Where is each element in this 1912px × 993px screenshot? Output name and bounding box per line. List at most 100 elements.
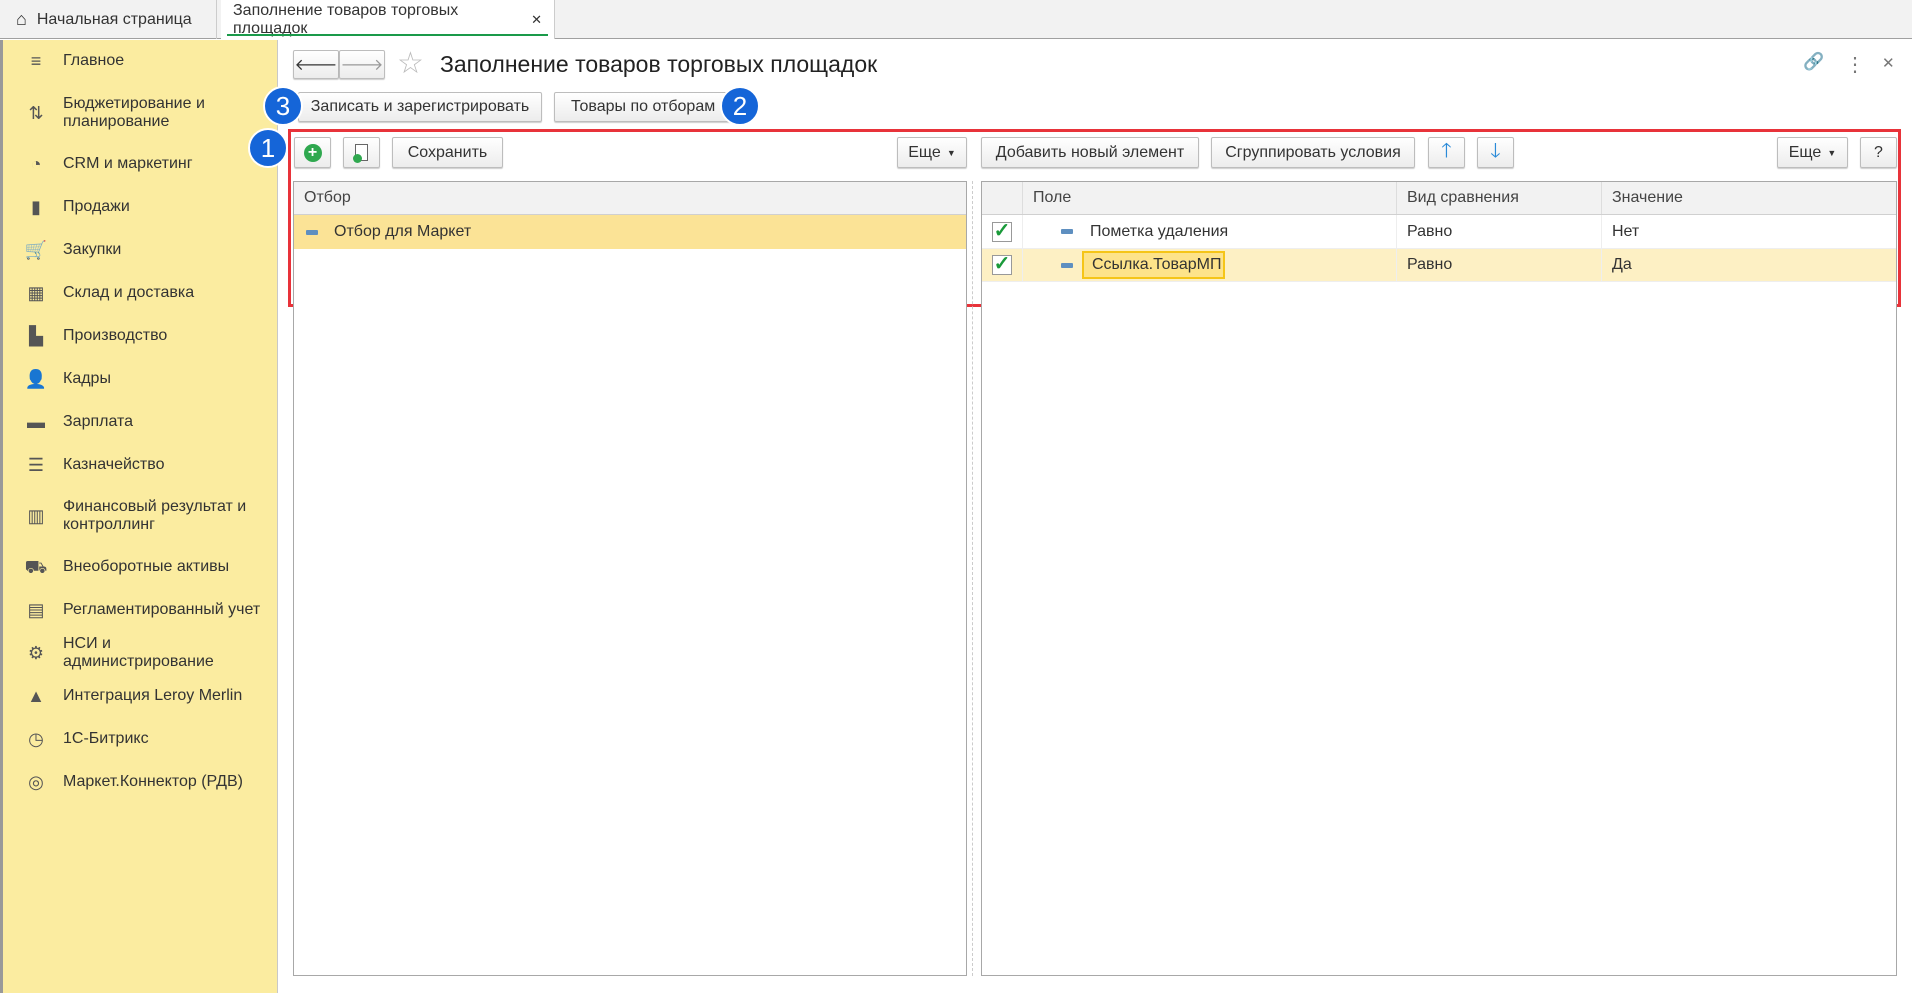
sidebar-item-label: Интеграция Leroy Merlin — [63, 687, 243, 704]
back-button[interactable]: 🡐 — [293, 50, 339, 79]
sidebar-item[interactable]: ≡ Главное — [3, 41, 278, 81]
column-header-value[interactable]: Значение — [1602, 182, 1896, 214]
sidebar-item[interactable]: ⛟ Внеоборотные активы — [3, 547, 278, 587]
button-label: Еще — [908, 143, 941, 161]
group-conditions-button[interactable]: Сгруппировать условия — [1211, 137, 1415, 168]
move-up-button[interactable]: 🡑 — [1428, 137, 1465, 168]
help-button[interactable]: ? — [1860, 137, 1897, 168]
column-header-comparison[interactable]: Вид сравнения — [1397, 182, 1602, 214]
forward-button[interactable]: 🡒 — [339, 50, 385, 79]
save-button[interactable]: Сохранить — [392, 137, 503, 168]
comparison-cell: Равно — [1407, 256, 1453, 273]
field-icon — [1061, 262, 1073, 268]
section-icon: ◔ — [30, 154, 42, 174]
tab-home[interactable]: ⌂ Начальная страница — [0, 0, 217, 39]
section-icon: ▬ — [27, 412, 45, 432]
sidebar-item-label: Склад и доставка — [63, 284, 195, 301]
section-icon: ⇅ — [28, 103, 44, 123]
sidebar-item[interactable]: ▥ Финансовый результат и контроллинг — [3, 496, 278, 536]
write-register-button[interactable]: Записать и зарегистрировать — [298, 92, 542, 122]
column-header-field[interactable]: Поле — [1023, 182, 1397, 214]
sidebar-item-label: Главное — [63, 52, 125, 69]
page-title: Заполнение товаров торговых площадок — [440, 51, 878, 77]
more-icon[interactable]: ⋮ — [1845, 52, 1865, 77]
sidebar-item[interactable]: ▙ Производство — [3, 316, 278, 356]
row-label: Отбор для Маркет — [334, 223, 472, 240]
sidebar-item[interactable]: 🛒 Закупки — [3, 230, 278, 270]
close-tab-icon[interactable]: ✕ — [531, 12, 542, 28]
sidebar-item[interactable]: ▮ Продажи — [3, 187, 278, 227]
right-more-button[interactable]: Еще ▼ — [1777, 137, 1848, 168]
tab-bar: ⌂ Начальная страница Заполнение товаров … — [0, 0, 1912, 39]
favorite-star-icon[interactable]: ☆ — [397, 46, 424, 81]
new-document-icon — [353, 144, 368, 163]
list-item[interactable]: Отбор для Маркет — [294, 215, 966, 249]
close-icon[interactable]: ✕ — [1882, 54, 1895, 72]
sidebar-item[interactable]: ▦ Склад и доставка — [3, 273, 278, 313]
sidebar-item[interactable]: ▤ Регламентированный учет — [3, 590, 278, 630]
section-icon: ◷ — [28, 729, 44, 749]
sidebar-item-label: Производство — [63, 327, 168, 344]
sidebar-item-label: Маркет.Коннектор (РДВ) — [63, 773, 243, 790]
sidebar-item[interactable]: ▬ Зарплата — [3, 402, 278, 442]
section-icon: ▤ — [27, 600, 45, 620]
section-icon: ⚙ — [27, 643, 45, 663]
sidebar-item-label: Финансовый результат и контроллинг — [63, 498, 247, 533]
arrow-up-icon: 🡑 — [1441, 139, 1452, 162]
sidebar-item[interactable]: ◎ Маркет.Коннектор (РДВ) — [3, 762, 278, 802]
table-row[interactable]: ✓ Пометка удаления Равно Нет — [982, 215, 1896, 249]
dropdown-icon: ▼ — [946, 147, 956, 158]
tab-label: Заполнение товаров торговых площадок — [233, 1, 459, 37]
left-more-button[interactable]: Еще ▼ — [897, 137, 967, 168]
button-label: Товары по отборам — [571, 98, 716, 115]
sidebar-item-label: Внеоборотные активы — [63, 558, 230, 575]
plus-circle-icon: + — [303, 143, 322, 162]
button-label: Еще — [1788, 143, 1822, 161]
sidebar-item-label: НСИ и администрирование — [63, 635, 214, 670]
button-label: Записать и зарегистрировать — [310, 98, 530, 115]
section-icon: ▮ — [31, 197, 41, 217]
sidebar-item[interactable]: ⇅ Бюджетирование и планирование — [3, 93, 278, 133]
sidebar-item-label: Кадры — [63, 370, 111, 387]
link-icon[interactable]: 🔗 — [1803, 52, 1824, 72]
sidebar-item-label: Казначейство — [63, 456, 165, 473]
row-checkbox[interactable]: ✓ — [992, 221, 1012, 242]
field-cell-editing[interactable]: Ссылка.ТоварМП — [1082, 251, 1226, 279]
arrow-left-icon: 🡐 — [294, 57, 338, 74]
arrow-down-icon: 🡓 — [1490, 139, 1501, 162]
button-label: Добавить новый элемент — [995, 143, 1185, 161]
section-icon: ☰ — [27, 455, 45, 475]
sidebar-item-label: CRM и маркетинг — [63, 155, 193, 172]
sidebar-item[interactable]: ⚙ НСИ и администрирование — [3, 633, 278, 673]
tab-filling-goods[interactable]: Заполнение товаров торговых площадок ✕ — [221, 0, 555, 39]
section-icon: ≡ — [30, 51, 42, 71]
sidebar-item[interactable]: ☰ Казначейство — [3, 445, 278, 485]
add-filter-button[interactable]: + — [294, 137, 331, 168]
sidebar-item-label: Бюджетирование и планирование — [63, 95, 205, 130]
splitter[interactable] — [972, 181, 974, 976]
sidebar-item[interactable]: ▲ Интеграция Leroy Merlin — [3, 676, 278, 716]
add-document-button[interactable] — [343, 137, 380, 168]
sidebar-item[interactable]: 👤 Кадры — [3, 359, 278, 399]
annotation-badge-3: 3 — [263, 86, 303, 126]
section-icon: ◎ — [28, 772, 44, 792]
sidebar-item-label: Зарплата — [63, 413, 134, 430]
section-icon: ▥ — [27, 506, 45, 526]
row-checkbox[interactable]: ✓ — [992, 254, 1012, 275]
add-new-element-button[interactable]: Добавить новый элемент — [981, 137, 1199, 168]
sidebar-item[interactable]: ◔ CRM и маркетинг — [3, 144, 278, 184]
section-icon: ▦ — [27, 283, 45, 303]
section-icon: ▲ — [27, 686, 45, 706]
goods-by-filters-button[interactable]: Товары по отборам — [554, 92, 732, 122]
sidebar-item[interactable]: ◷ 1С-Битрикс — [3, 719, 278, 759]
button-label: Сохранить — [407, 143, 488, 161]
tab-label: Начальная страница — [36, 10, 192, 28]
section-icon: 🛒 — [24, 240, 48, 260]
sidebar-item-label: Продажи — [63, 198, 130, 215]
sidebar-item-label: Закупки — [63, 241, 122, 258]
move-down-button[interactable]: 🡓 — [1477, 137, 1514, 168]
sidebar-item-label: Регламентированный учет — [63, 601, 261, 618]
column-header: Отбор — [304, 189, 351, 206]
comparison-cell: Равно — [1407, 222, 1453, 240]
table-row-selected[interactable]: ✓ Ссылка.ТоварМП Равно Да — [982, 249, 1896, 282]
